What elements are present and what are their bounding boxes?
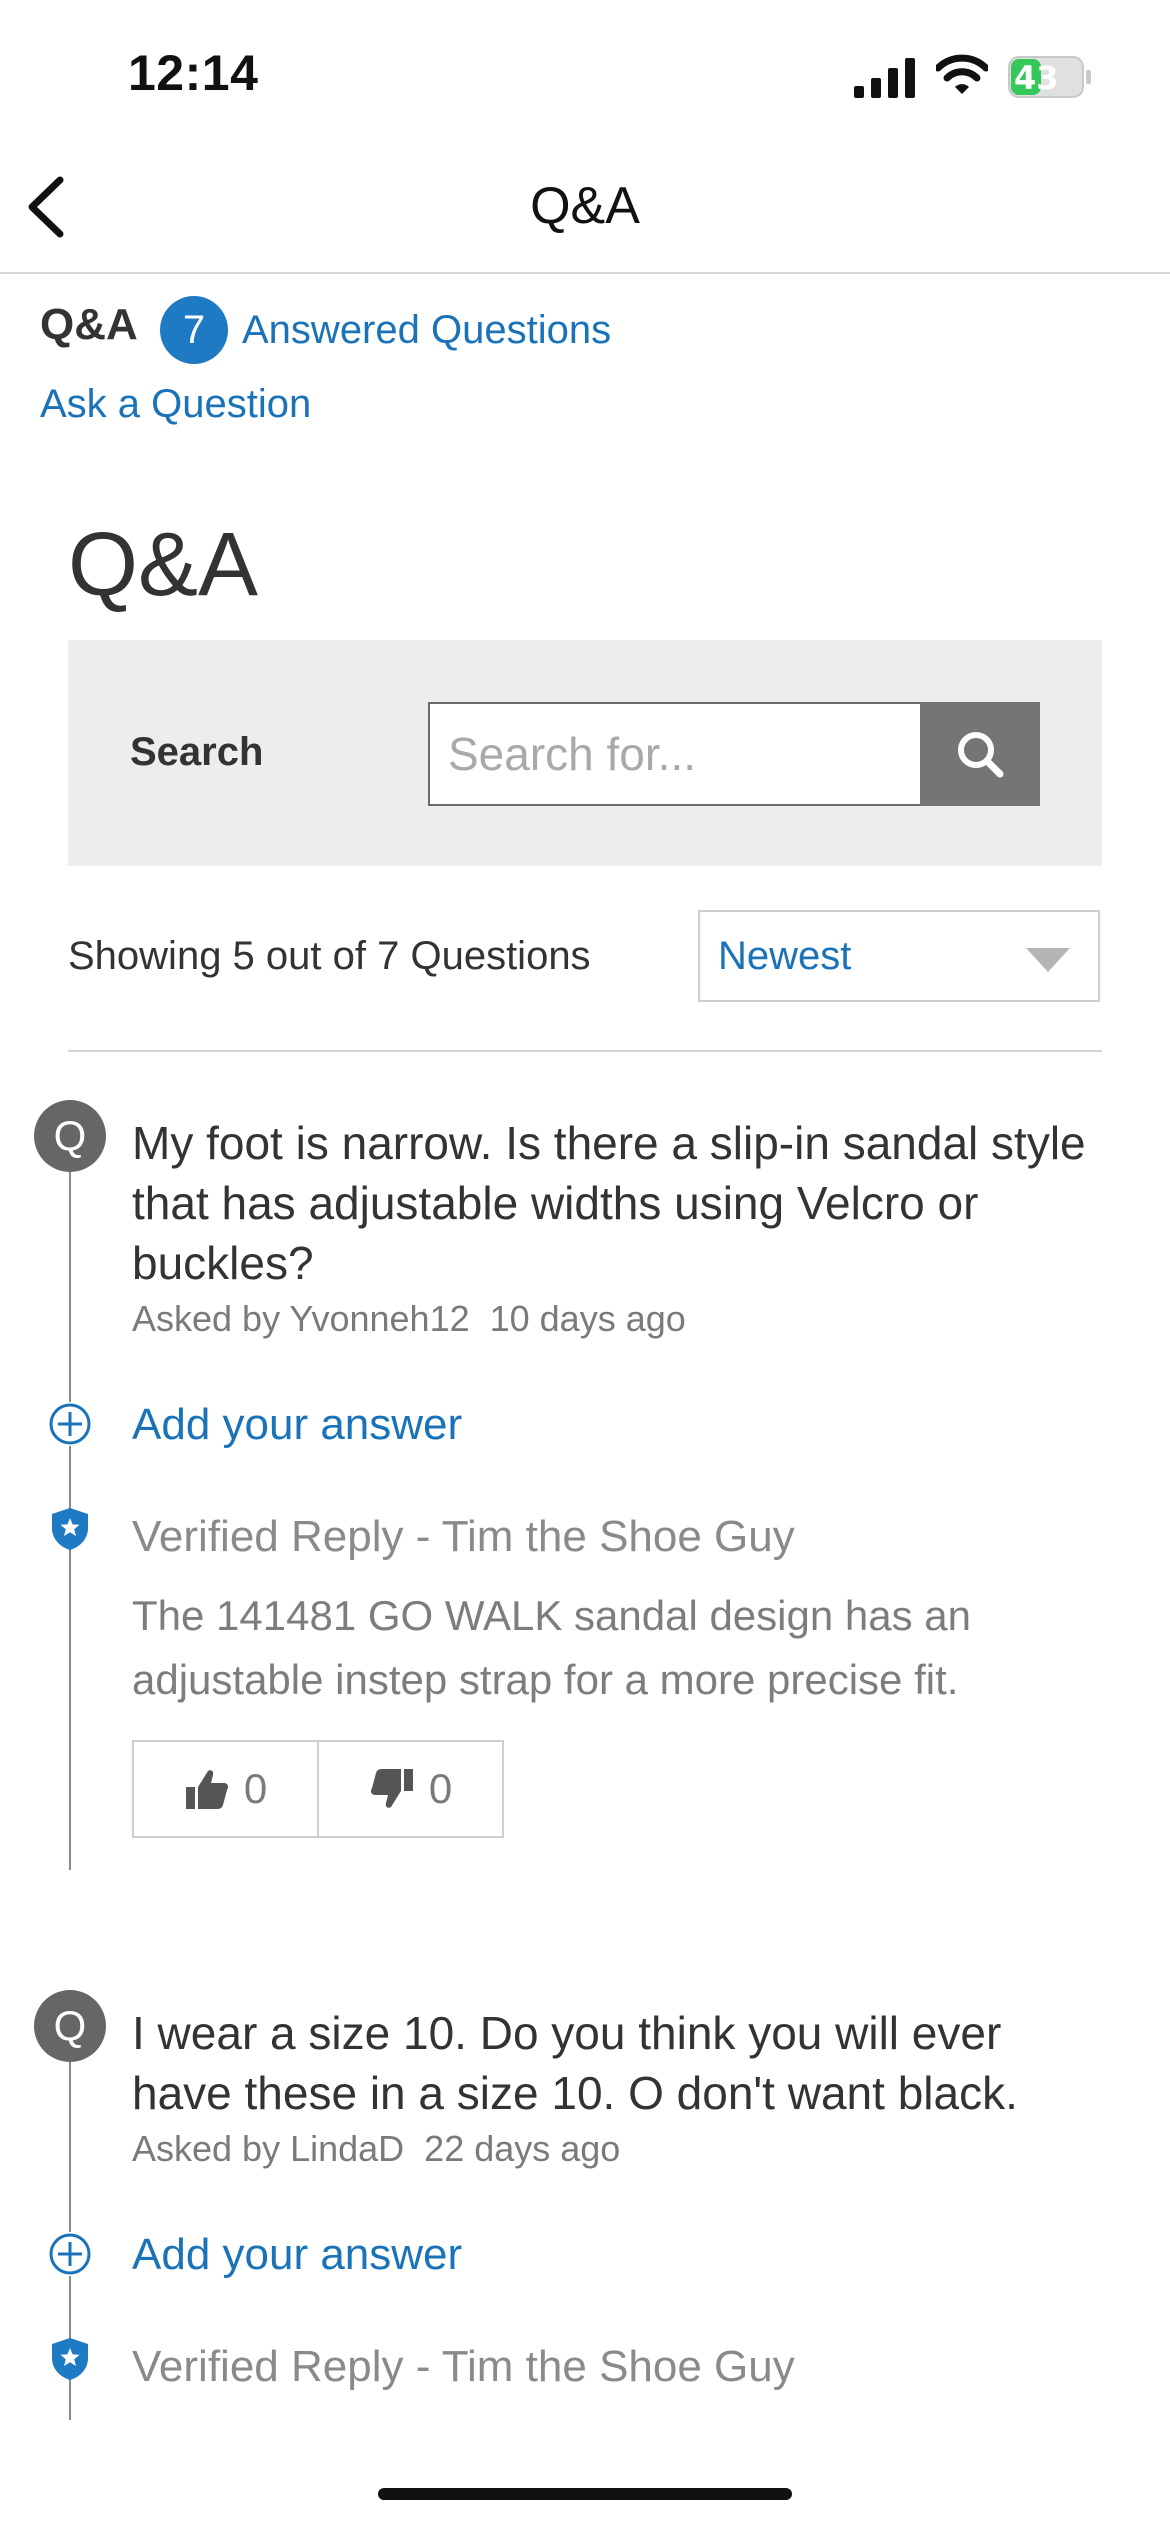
thumbs-down-icon bbox=[370, 1769, 413, 1808]
add-answer-link[interactable]: Add your answer bbox=[132, 2230, 462, 2280]
question-badge: Q bbox=[34, 1990, 106, 2062]
status-time: 12:14 bbox=[128, 45, 259, 101]
reply-body: The 141481 GO WALK sandal design has an … bbox=[132, 1592, 971, 1703]
nav-divider bbox=[0, 272, 1170, 274]
home-indicator bbox=[378, 2488, 792, 2500]
vote-group: 0 0 bbox=[132, 1740, 504, 1838]
question-age: 22 days ago bbox=[424, 2128, 621, 2169]
add-circle-icon[interactable] bbox=[48, 2232, 92, 2276]
cellular-signal-icon bbox=[854, 58, 915, 98]
battery-level: 43 bbox=[1014, 59, 1059, 97]
upvote-count: 0 bbox=[243, 1765, 268, 1812]
downvote-count: 0 bbox=[428, 1765, 453, 1812]
downvote-button[interactable]: 0 bbox=[317, 1742, 502, 1836]
sort-select[interactable]: Newest bbox=[698, 910, 1100, 1002]
upvote-button[interactable]: 0 bbox=[134, 1742, 317, 1836]
reply-header: Verified Reply - Tim the Shoe Guy bbox=[132, 2342, 795, 2391]
qa-summary-title: Q&A bbox=[40, 300, 138, 349]
add-answer-link[interactable]: Add your answer bbox=[132, 1400, 462, 1450]
search-button[interactable] bbox=[920, 702, 1040, 806]
question-badge: Q bbox=[34, 1100, 106, 1172]
question-text: My foot is narrow. Is there a slip-in sa… bbox=[132, 1117, 1086, 1289]
battery-icon: 43 bbox=[1008, 56, 1092, 98]
question-age: 10 days ago bbox=[489, 1298, 686, 1339]
sort-value: Newest bbox=[718, 934, 852, 978]
search-input[interactable] bbox=[428, 702, 920, 806]
ask-question-link[interactable]: Ask a Question bbox=[40, 382, 311, 427]
question-text: I wear a size 10. Do you think you will … bbox=[132, 2007, 1018, 2119]
thumbs-up-icon bbox=[185, 1770, 228, 1809]
answered-questions-link[interactable]: Answered Questions bbox=[242, 308, 611, 353]
asked-by: Asked by Yvonneh12 bbox=[132, 1298, 470, 1339]
verified-shield-icon bbox=[52, 1508, 88, 1550]
reply-header: Verified Reply - Tim the Shoe Guy bbox=[132, 1512, 795, 1561]
add-circle-icon[interactable] bbox=[48, 1402, 92, 1446]
list-divider bbox=[68, 1050, 1102, 1052]
question-meta: Asked by LindaD 22 days ago bbox=[132, 2128, 620, 2170]
search-icon bbox=[958, 732, 1004, 778]
search-label: Search bbox=[130, 730, 264, 774]
dropdown-arrow-icon bbox=[1026, 948, 1070, 972]
wifi-icon bbox=[936, 54, 988, 94]
verified-shield-icon bbox=[52, 2338, 88, 2380]
results-count: Showing 5 out of 7 Questions bbox=[68, 934, 591, 978]
nav-title: Q&A bbox=[530, 177, 640, 235]
page-title: Q&A bbox=[68, 515, 259, 615]
asked-by: Asked by LindaD bbox=[132, 2128, 405, 2169]
question-meta: Asked by Yvonneh12 10 days ago bbox=[132, 1298, 686, 1340]
question-count-badge: 7 bbox=[160, 296, 228, 364]
